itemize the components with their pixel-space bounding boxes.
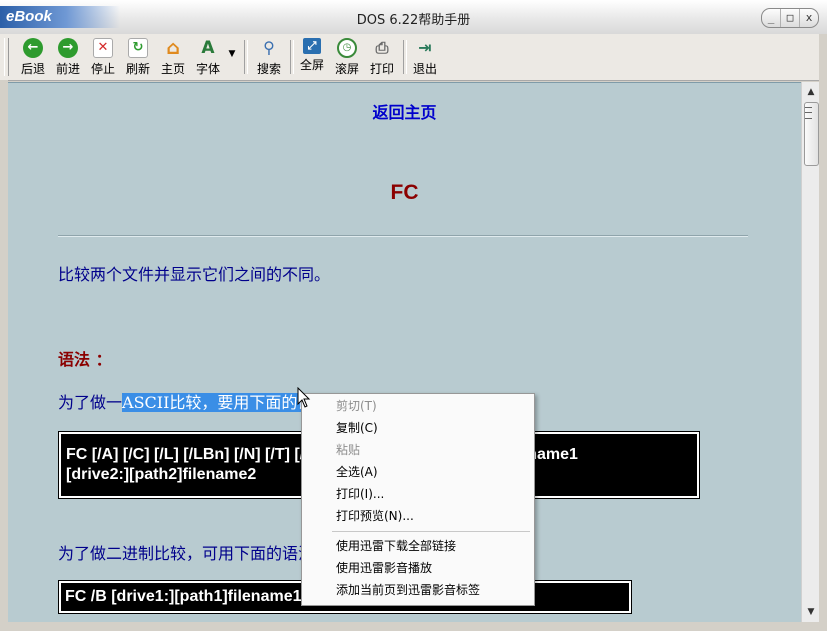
back-arrow-icon: ← [23, 38, 43, 58]
menu-item-paste[interactable]: 粘贴 [303, 439, 533, 461]
context-menu: 剪切(T) 复制(C) 粘贴 全选(A) 打印(I)... 打印预览(N)...… [301, 393, 535, 606]
menu-item-thunder-bookmark[interactable]: 添加当前页到迅雷影音标签 [303, 579, 533, 601]
exit-button[interactable]: ⇥ 退出 [408, 37, 442, 77]
toolbar-grip[interactable] [4, 38, 9, 76]
forward-label: 前进 [55, 62, 80, 76]
window-right-border [819, 34, 827, 631]
title-bar: eBook DOS 6.22帮助手册 _ □ x [0, 0, 827, 35]
refresh-button[interactable]: ↻ 刷新 [121, 37, 155, 77]
vertical-scrollbar[interactable]: ▲ ▼ [801, 82, 820, 622]
fullscreen-icon: ⤢ [303, 38, 321, 54]
chevron-down-icon: ▼ [228, 49, 236, 59]
menu-item-copy[interactable]: 复制(C) [303, 417, 533, 439]
menu-item-select-all[interactable]: 全选(A) [303, 461, 533, 483]
home-icon: ⌂ [166, 37, 180, 59]
search-button[interactable]: ⚲ 搜索 [252, 37, 286, 77]
back-button[interactable]: ← 后退 [16, 37, 50, 77]
stop-button[interactable]: ✕ 停止 [86, 37, 120, 77]
menu-item-cut[interactable]: 剪切(T) [303, 395, 533, 417]
search-label: 搜索 [256, 62, 281, 76]
exit-icon: ⇥ [418, 38, 432, 57]
fullscreen-label: 全屏 [299, 58, 324, 72]
exit-label: 退出 [412, 62, 437, 76]
font-button[interactable]: A 字体 [191, 37, 225, 77]
menu-item-print[interactable]: 打印(I)... [303, 483, 533, 505]
print-button[interactable]: ⎙ 打印 [365, 37, 399, 77]
toolbar-separator [244, 40, 248, 74]
refresh-icon: ↻ [128, 38, 148, 58]
window-bottom-border [0, 622, 827, 631]
forward-button[interactable]: → 前进 [51, 37, 85, 77]
minimize-button[interactable]: _ [762, 9, 781, 27]
ascii-prefix: 为了做一 [58, 393, 123, 412]
window-title: DOS 6.22帮助手册 [356, 13, 471, 28]
toolbar-separator [403, 40, 407, 74]
fullscreen-button[interactable]: ⤢ 全屏 [295, 37, 329, 77]
home-label: 主页 [160, 62, 185, 76]
description-text: 比较两个文件并显示它们之间的不同。 [58, 265, 331, 284]
divider [58, 235, 748, 237]
page-title: FC [390, 181, 419, 204]
refresh-label: 刷新 [125, 62, 150, 76]
scroll-up-arrow-icon[interactable]: ▲ [802, 84, 820, 100]
stop-icon: ✕ [93, 38, 113, 58]
scroll-label: 滚屏 [334, 62, 359, 76]
close-button[interactable]: x [800, 9, 818, 27]
magnifier-icon: ⚲ [263, 38, 275, 57]
window-controls: _ □ x [761, 8, 819, 28]
menu-item-thunder-download-all[interactable]: 使用迅雷下载全部链接 [303, 535, 533, 557]
clock-icon: ◷ [337, 38, 357, 58]
scrollbar-grip-icon [805, 107, 812, 119]
binary-syntax-text: 为了做二进制比较，可用下面的语法： [58, 544, 331, 563]
scroll-button[interactable]: ◷ 滚屏 [330, 37, 364, 77]
home-link[interactable]: 返回主页 [8, 99, 801, 123]
forward-arrow-icon: → [58, 38, 78, 58]
font-icon: A [201, 38, 215, 58]
menu-item-print-preview[interactable]: 打印预览(N)... [303, 505, 533, 527]
maximize-button[interactable]: □ [781, 9, 800, 27]
toolbar-separator [290, 40, 294, 74]
font-dropdown[interactable]: ▼ [225, 37, 239, 77]
print-label: 打印 [369, 62, 394, 76]
mouse-cursor-icon [297, 387, 311, 408]
printer-icon: ⎙ [375, 38, 389, 57]
home-button[interactable]: ⌂ 主页 [156, 37, 190, 77]
scroll-down-arrow-icon[interactable]: ▼ [802, 604, 820, 620]
font-label: 字体 [195, 62, 220, 76]
stop-label: 停止 [90, 62, 115, 76]
back-label: 后退 [20, 62, 45, 76]
menu-item-thunder-play[interactable]: 使用迅雷影音播放 [303, 557, 533, 579]
menu-separator [332, 531, 530, 532]
window-left-border [0, 80, 8, 631]
syntax-heading: 语法 ： [58, 350, 112, 369]
toolbar: ← 后退 → 前进 ✕ 停止 ↻ 刷新 ⌂ 主页 A 字体 ▼ ⚲ 搜索 ⤢ 全… [0, 34, 827, 81]
